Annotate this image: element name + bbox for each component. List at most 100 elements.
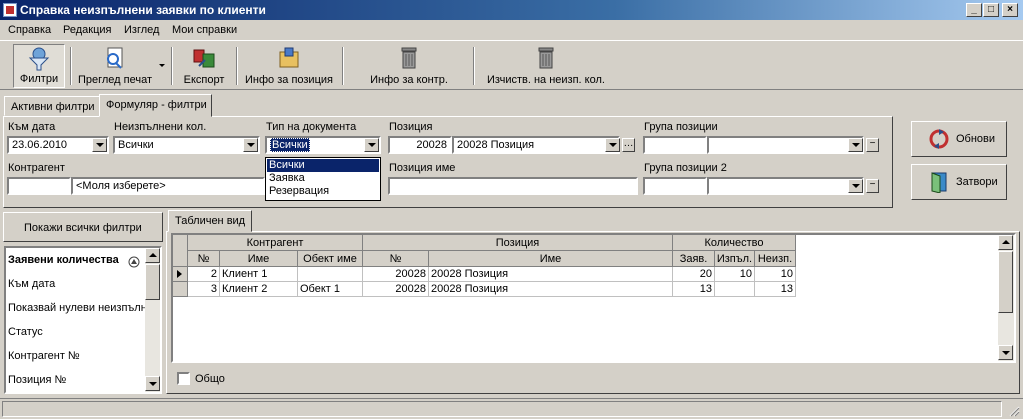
table-cell[interactable]: 20028: [363, 267, 429, 282]
contractor-select[interactable]: <Моля изберете>: [71, 177, 265, 195]
print-dropdown-arrow-icon[interactable]: [159, 64, 165, 67]
column-header[interactable]: Заяв.: [673, 251, 715, 267]
item-group-code-field[interactable]: [643, 136, 707, 154]
total-checkbox[interactable]: [177, 372, 190, 385]
list-item[interactable]: Контрагент №: [8, 344, 80, 368]
item-group2-select[interactable]: [707, 177, 864, 195]
filter-list-scrollbar[interactable]: [145, 248, 160, 392]
scroll-thumb[interactable]: [998, 251, 1013, 313]
doc-type-dropdown-button[interactable]: [364, 138, 379, 152]
results-grid: Контрагент Позиция Количество № Име Обек…: [171, 233, 1016, 363]
toolbar: Филтри Преглед печат Експорт Инфо за поз…: [0, 40, 1023, 90]
scroll-down-button[interactable]: [998, 345, 1013, 360]
menu-report[interactable]: Справка: [8, 24, 51, 36]
refresh-button[interactable]: Обнови: [911, 121, 1007, 157]
table-cell[interactable]: 13: [755, 282, 796, 297]
list-item[interactable]: Позиция №: [8, 368, 66, 392]
clear-unfulfilled-button[interactable]: Изчиств. на неизп. кол.: [484, 44, 608, 88]
close-window-button[interactable]: ×: [1002, 3, 1018, 17]
table-cell[interactable]: 2: [188, 267, 220, 282]
doc-type-option[interactable]: Всички: [267, 159, 379, 172]
table-cell[interactable]: 10: [755, 267, 796, 282]
doc-type-option[interactable]: Резервация: [267, 185, 379, 198]
export-button[interactable]: Експорт: [178, 44, 230, 88]
item-dropdown-button[interactable]: [605, 138, 620, 152]
item-group-dropdown-button[interactable]: [848, 138, 863, 152]
unfulfilled-qty-dropdown-button[interactable]: [243, 138, 258, 152]
item-group2-dropdown-button[interactable]: [848, 179, 863, 193]
tab-filter-form[interactable]: Формуляр - филтри: [99, 94, 212, 117]
contractor-label: Контрагент: [8, 162, 65, 174]
doc-type-option[interactable]: Заявка: [267, 172, 379, 185]
list-item[interactable]: Статус: [8, 320, 43, 344]
scroll-thumb[interactable]: [145, 264, 160, 300]
tab-table-view[interactable]: Табличен вид: [168, 210, 252, 232]
menu-view[interactable]: Изглед: [124, 24, 159, 36]
table-cell[interactable]: 20028 Позиция: [429, 267, 673, 282]
item-group2-code-field[interactable]: [643, 177, 707, 195]
table-cell[interactable]: 3: [188, 282, 220, 297]
table-cell[interactable]: 20: [673, 267, 715, 282]
column-header[interactable]: Изпъл.: [715, 251, 755, 267]
table-cell[interactable]: 20028: [363, 282, 429, 297]
table-cell[interactable]: [298, 267, 363, 282]
item-info-icon: [279, 47, 299, 68]
tab-active-filters[interactable]: Активни филтри: [4, 96, 100, 116]
item-browse-button[interactable]: …: [622, 138, 635, 152]
item-group2-label: Група позиции 2: [644, 162, 727, 174]
refresh-icon: [929, 129, 949, 149]
show-all-filters-button[interactable]: Покажи всички филтри: [3, 212, 163, 242]
table-cell[interactable]: [715, 282, 755, 297]
column-header[interactable]: №: [188, 251, 220, 267]
unfulfilled-qty-select[interactable]: Всички: [113, 136, 260, 154]
row-indicator[interactable]: [173, 267, 188, 282]
column-header[interactable]: №: [363, 251, 429, 267]
item-group-select[interactable]: [707, 136, 864, 154]
item-code-field[interactable]: 20028: [388, 136, 452, 154]
toolbar-separator: [70, 47, 72, 85]
column-header[interactable]: Неизп.: [755, 251, 796, 267]
item-group-clear-button[interactable]: −: [866, 138, 879, 152]
row-indicator[interactable]: [173, 282, 188, 297]
total-label: Общо: [195, 373, 225, 385]
table-cell[interactable]: 20028 Позиция: [429, 282, 673, 297]
table-cell[interactable]: 10: [715, 267, 755, 282]
scroll-down-button[interactable]: [145, 376, 160, 391]
resize-grip-icon[interactable]: [1008, 405, 1020, 417]
item-group2-clear-button[interactable]: −: [866, 179, 879, 193]
list-item[interactable]: Заявени количества: [8, 248, 119, 272]
item-name-field[interactable]: [388, 177, 638, 195]
toolbar-separator: [236, 47, 238, 85]
door-exit-icon: [931, 172, 947, 193]
list-item[interactable]: Към дата: [8, 272, 55, 296]
menu-my-reports[interactable]: Мои справки: [172, 24, 237, 36]
table-cell[interactable]: 13: [673, 282, 715, 297]
item-info-button[interactable]: Инфо за позиция: [242, 44, 336, 88]
close-button[interactable]: Затвори: [911, 164, 1007, 200]
app-icon: [3, 3, 17, 17]
contractor-info-button[interactable]: Инфо за контр.: [365, 44, 453, 88]
list-item[interactable]: Показвай нулеви неизпълнени: [8, 296, 160, 320]
table-cell[interactable]: Обект 1: [298, 282, 363, 297]
sort-up-icon[interactable]: [128, 256, 140, 268]
menu-edit[interactable]: Редакция: [63, 24, 111, 36]
scroll-up-button[interactable]: [998, 235, 1013, 250]
to-date-dropdown-button[interactable]: [92, 138, 107, 152]
filters-button[interactable]: Филтри: [13, 44, 65, 88]
contractor-code-field[interactable]: [7, 177, 71, 195]
column-header[interactable]: Име: [429, 251, 673, 267]
window-title: Справка неизпълнени заявки по клиенти: [20, 3, 266, 17]
minimize-button[interactable]: _: [966, 3, 982, 17]
status-pane: [2, 401, 1002, 417]
table-cell[interactable]: Клиент 1: [220, 267, 298, 282]
item-select[interactable]: 20028 Позиция: [452, 136, 620, 154]
print-preview-button[interactable]: Преглед печат: [74, 44, 156, 88]
column-header[interactable]: Обект име: [298, 251, 363, 267]
column-header[interactable]: Име: [220, 251, 298, 267]
trash-can-icon: [401, 47, 417, 69]
status-bar: [0, 398, 1023, 419]
table-cell[interactable]: Клиент 2: [220, 282, 298, 297]
grid-scrollbar[interactable]: [998, 235, 1014, 361]
maximize-button[interactable]: □: [983, 3, 999, 17]
scroll-up-button[interactable]: [145, 248, 160, 263]
